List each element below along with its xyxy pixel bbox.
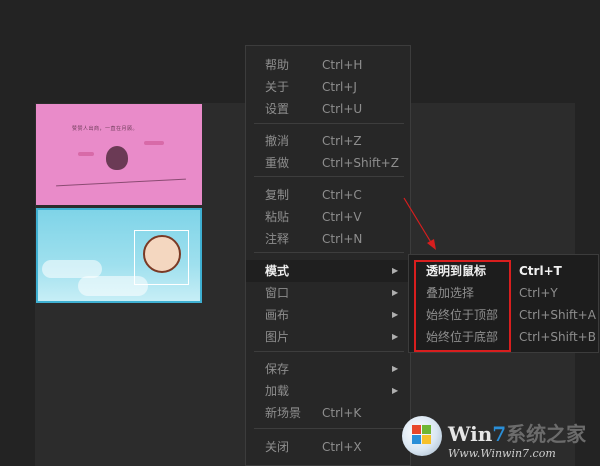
brand-rest: 系统之家 (506, 422, 587, 446)
brand-win: Win (448, 422, 493, 446)
watermark-brand: Win7系统之家 (448, 418, 586, 447)
windows-flag-icon (412, 425, 432, 445)
watermark-url: Www.Winwin7.com (448, 447, 556, 460)
annotation-arrow (403, 197, 436, 250)
brand-seven: 7 (492, 422, 507, 446)
watermark: Win7系统之家 Www.Winwin7.com (398, 412, 598, 466)
